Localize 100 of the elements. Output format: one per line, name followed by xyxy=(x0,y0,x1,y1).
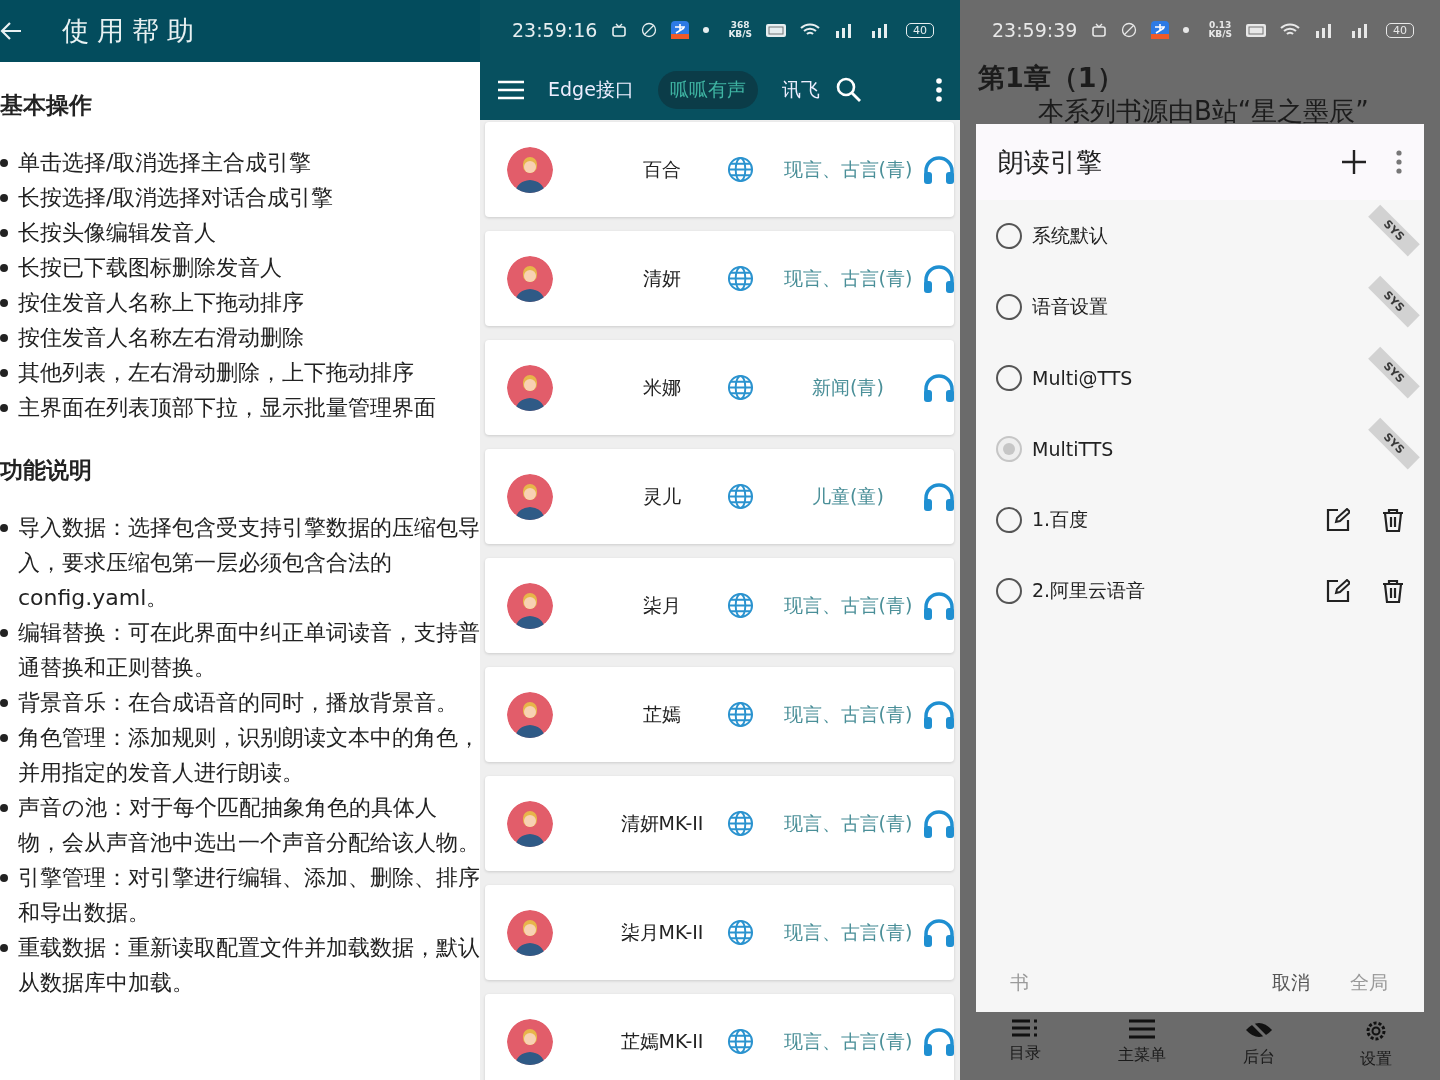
engine-label: 语音设置 xyxy=(1032,293,1108,319)
status-time: 23:59:39 xyxy=(992,19,1078,41)
blocked-icon xyxy=(1121,22,1138,38)
battery-level: 40 xyxy=(906,22,934,38)
delete-icon[interactable] xyxy=(1382,507,1404,532)
screen-title: 使用帮助 xyxy=(62,14,202,48)
bullet-icon xyxy=(0,629,8,637)
edit-icon[interactable] xyxy=(1326,507,1350,532)
headphones-icon[interactable] xyxy=(923,917,955,948)
tab[interactable]: Edge接口 xyxy=(536,71,646,109)
voice-name: 清妍MK-II xyxy=(619,810,705,836)
avatar-icon xyxy=(507,800,553,847)
globe-icon[interactable] xyxy=(727,265,754,292)
bullet-icon xyxy=(0,159,8,167)
headphones-icon[interactable] xyxy=(923,1026,955,1057)
add-icon[interactable] xyxy=(1342,150,1366,174)
radio-button[interactable] xyxy=(996,293,1022,320)
bullet-icon xyxy=(0,734,8,742)
bullet-icon xyxy=(0,229,8,237)
globe-icon[interactable] xyxy=(727,592,754,619)
voice-name: 米娜 xyxy=(642,374,682,400)
edit-icon[interactable] xyxy=(1326,578,1350,603)
bullet-icon xyxy=(0,404,8,412)
globe-icon[interactable] xyxy=(727,1028,754,1055)
more-icon[interactable] xyxy=(936,78,942,102)
bullet-icon xyxy=(0,944,8,952)
globe-icon[interactable] xyxy=(727,701,754,728)
avatar-icon xyxy=(507,1018,553,1065)
section-heading: 功能说明 xyxy=(0,456,93,485)
engine-label: Multi@TTS xyxy=(1032,366,1133,389)
headphones-icon[interactable] xyxy=(923,372,955,403)
menu-icon[interactable] xyxy=(498,80,524,100)
voice-card[interactable]: 芷嫣MK-II 现言、古言(青) xyxy=(485,994,954,1080)
headphones-icon[interactable] xyxy=(923,154,955,185)
app-icon xyxy=(1151,21,1170,39)
tab[interactable]: 讯飞 xyxy=(769,71,832,109)
headphones-icon[interactable] xyxy=(923,699,955,730)
back-icon[interactable] xyxy=(0,21,22,41)
radio-button[interactable] xyxy=(996,364,1022,391)
radio-button[interactable] xyxy=(996,506,1022,533)
voice-card[interactable]: 清妍 现言、古言(青) xyxy=(485,231,954,326)
help-text: 导入数据：选择包含受支持引擎数据的压缩包导入，要求压缩包第一层必须包含合法的config.yaml。 xyxy=(18,514,480,612)
headphones-icon[interactable] xyxy=(923,590,955,621)
help-text: 按住发音人名称左右滑动删除 xyxy=(18,324,304,352)
dialog-title: 朗读引擎 xyxy=(998,145,1103,179)
radio-button[interactable] xyxy=(996,222,1022,249)
globe-icon[interactable] xyxy=(727,156,754,183)
cancel-button[interactable]: 取消 xyxy=(1272,970,1310,996)
blocked-icon xyxy=(641,22,658,38)
engine-option[interactable]: 1.百度 xyxy=(976,484,1424,555)
radio-button[interactable] xyxy=(996,577,1022,604)
globe-icon[interactable] xyxy=(727,919,754,946)
avatar-icon xyxy=(507,255,553,302)
bullet-icon xyxy=(0,369,8,377)
bullet-icon xyxy=(0,334,8,342)
headphones-icon[interactable] xyxy=(923,808,955,839)
help-text: 编辑替换：可在此界面中纠正单词读音，支持普通替换和正则替换。 xyxy=(18,619,480,682)
voice-card[interactable]: 清妍MK-II 现言、古言(青) xyxy=(485,776,954,871)
help-text: 主界面在列表顶部下拉，显示批量管理界面 xyxy=(18,394,436,422)
tab[interactable]: 呱呱有声 xyxy=(657,71,758,109)
dot-icon xyxy=(703,27,710,33)
voice-card[interactable]: 芷嫣 现言、古言(青) xyxy=(485,667,954,762)
voice-tag: 现言、古言(青) xyxy=(773,810,923,837)
bullet-icon xyxy=(0,524,8,532)
avatar-icon xyxy=(507,146,553,193)
engine-option[interactable]: 2.阿里云语音 xyxy=(976,555,1424,626)
help-text: 长按已下载图标删除发音人 xyxy=(18,254,282,282)
voice-tag: 现言、古言(青) xyxy=(773,265,923,292)
help-text: 按住发音人名称上下拖动排序 xyxy=(18,289,304,317)
network-speed: 0.13 KB/S xyxy=(1208,21,1232,39)
delete-icon[interactable] xyxy=(1382,578,1404,603)
voice-card[interactable]: 灵儿 儿童(童) xyxy=(485,449,954,544)
headphones-icon[interactable] xyxy=(923,263,955,294)
voice-name: 柒月 xyxy=(642,592,682,618)
help-text: 引擎管理：对引擎进行编辑、添加、删除、排序和导出数据。 xyxy=(18,864,480,927)
search-icon[interactable] xyxy=(835,77,862,103)
voice-card[interactable]: 柒月MK-II 现言、古言(青) xyxy=(485,885,954,980)
engine-label: MultiTTS xyxy=(1032,437,1114,460)
app-icon xyxy=(671,21,690,39)
globe-icon[interactable] xyxy=(727,374,754,401)
voice-card[interactable]: 百合 现言、古言(青) xyxy=(485,122,954,217)
help-text: 长按选择/取消选择对话合成引擎 xyxy=(18,184,334,212)
avatar-icon xyxy=(507,473,553,520)
help-text: 长按头像编辑发音人 xyxy=(18,219,216,247)
bullet-icon xyxy=(0,699,8,707)
avatar-icon xyxy=(507,909,553,956)
help-text: 背景音乐：在合成语音的同时，播放背景音。 xyxy=(18,689,458,717)
help-text: 单击选择/取消选择主合成引擎 xyxy=(18,149,312,177)
voice-tag: 现言、古言(青) xyxy=(773,701,923,728)
tv-icon xyxy=(1091,22,1108,38)
more-icon[interactable] xyxy=(1396,150,1402,174)
voice-card[interactable]: 柒月 现言、古言(青) xyxy=(485,558,954,653)
voice-name: 芷嫣MK-II xyxy=(619,1028,705,1054)
headphones-icon[interactable] xyxy=(923,481,955,512)
help-text: 声音の池：对于每个匹配抽象角色的具体人物，会从声音池中选出一个声音分配给该人物。 xyxy=(18,794,480,857)
voice-card[interactable]: 米娜 新闻(青) xyxy=(485,340,954,435)
globe-icon[interactable] xyxy=(727,810,754,837)
list-icon xyxy=(1011,1019,1038,1037)
globe-icon[interactable] xyxy=(727,483,754,510)
voice-tag: 现言、古言(青) xyxy=(773,919,923,946)
